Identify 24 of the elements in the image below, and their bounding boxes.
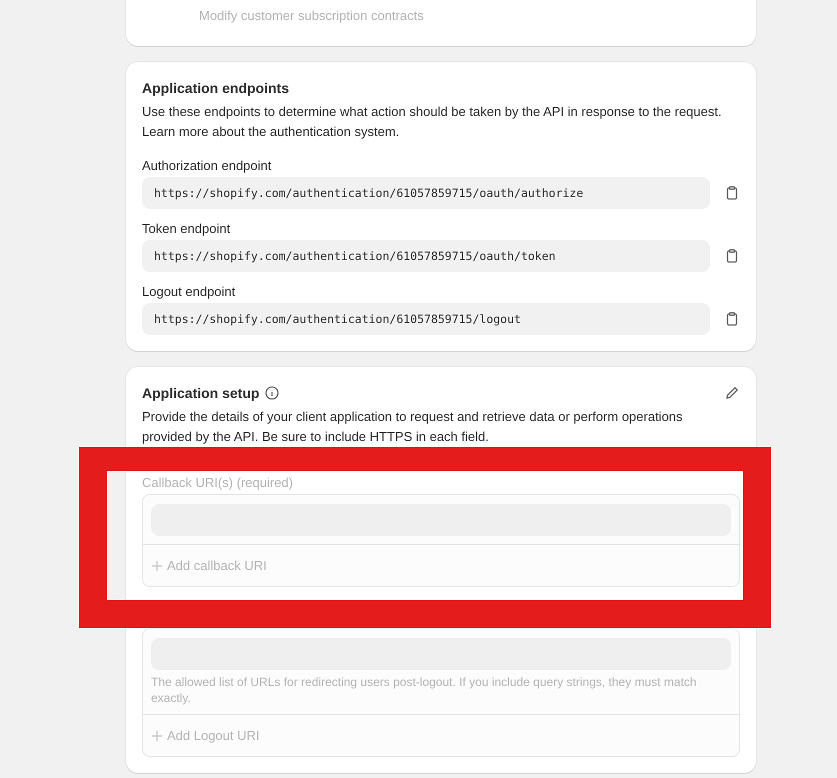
- copy-button[interactable]: [724, 311, 740, 327]
- edit-button[interactable]: [724, 385, 740, 401]
- plus-icon: [151, 560, 163, 572]
- section-description: Provide the details of your client application to request and retrieve data or perform operations provided by the API. Be sure to include HTTPS in each field.: [142, 408, 684, 446]
- pencil-icon: [724, 385, 740, 401]
- plus-icon: [151, 730, 163, 742]
- field-label: Authorization endpoint: [142, 158, 272, 173]
- field-label: Logout endpoint: [142, 284, 236, 299]
- field-label: Token endpoint: [142, 221, 232, 236]
- section-title: Application endpoints: [142, 80, 289, 96]
- help-text: The allowed list of URLs for redirecting users post-logout. If you include query strings, they must match exactly.: [151, 674, 698, 706]
- clipboard-icon: [724, 185, 740, 201]
- scope-description: Modify customer subscription contracts: [199, 8, 425, 23]
- section-title: Application setup: [142, 385, 260, 401]
- endpoint-field[interactable]: https://shopify.com/authentication/61057859715/oauth/token: [142, 240, 710, 272]
- endpoint-field[interactable]: https://shopify.com/authentication/61057859715/oauth/authorize: [142, 177, 710, 209]
- field-label: Callback URI(s) (required): [142, 475, 294, 490]
- info-icon: [265, 386, 280, 400]
- clipboard-icon: [724, 248, 740, 264]
- section-description: Use these endpoints to determine what action should be taken by the API in response to the request. Learn more about the authentication system.: [142, 103, 723, 141]
- copy-button[interactable]: [724, 185, 740, 201]
- endpoint-field[interactable]: https://shopify.com/authentication/61057859715/logout: [142, 303, 710, 335]
- clipboard-icon: [724, 311, 740, 327]
- copy-button[interactable]: [724, 248, 740, 264]
